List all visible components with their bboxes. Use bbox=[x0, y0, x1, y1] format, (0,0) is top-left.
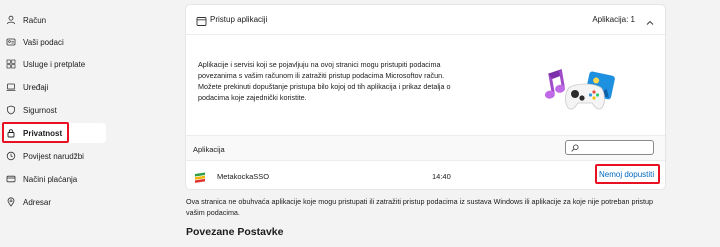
app-window-icon bbox=[196, 14, 207, 26]
sidebar-item-racun[interactable]: Račun bbox=[2, 10, 106, 30]
app-access-time: 14:40 bbox=[432, 172, 451, 181]
app-row: MetakockaSSO 14:40 Nemoj dopustiti bbox=[186, 161, 665, 189]
card-description: Aplikacije i servisi koji se pojavljuju … bbox=[198, 60, 451, 102]
info-note: Ova stranica ne obuhvaća aplikacije koje… bbox=[186, 197, 654, 217]
sidebar-item-usluge[interactable]: Usluge i pretplate bbox=[2, 54, 106, 74]
app-access-card: Pristup aplikaciji Aplikacija: 1 Aplikac… bbox=[185, 4, 666, 190]
shield-icon bbox=[6, 105, 16, 115]
sidebar-item-label: Sigurnost bbox=[23, 105, 57, 115]
location-icon bbox=[6, 197, 16, 207]
highlight-box-revoke bbox=[595, 164, 660, 184]
apps-column-label: Aplikacija bbox=[193, 145, 225, 154]
sidebar-item-nacini-placanja[interactable]: Načini plaćanja bbox=[2, 169, 106, 189]
sidebar-item-label: Usluge i pretplate bbox=[23, 59, 86, 69]
app-search-input[interactable] bbox=[565, 140, 654, 155]
app-access-header[interactable]: Pristup aplikaciji Aplikacija: 1 bbox=[186, 5, 665, 35]
sidebar-item-label: Račun bbox=[23, 15, 47, 25]
card-title: Pristup aplikaciji bbox=[210, 15, 268, 24]
sidebar-item-label: Uređaji bbox=[23, 82, 49, 92]
grid-icon bbox=[6, 59, 16, 69]
apps-header-bar: Aplikacija bbox=[186, 135, 665, 161]
sidebar-item-label: Vaši podaci bbox=[23, 37, 64, 47]
sidebar-item-adresar[interactable]: Adresar bbox=[2, 192, 106, 212]
related-settings-title: Povezane Postavke bbox=[186, 226, 284, 238]
app-count: Aplikacija: 1 bbox=[592, 15, 635, 24]
sidebar-item-label: Načini plaćanja bbox=[23, 174, 78, 184]
sidebar-item-vasi-podaci[interactable]: Vaši podaci bbox=[2, 32, 106, 52]
metakocka-logo-icon bbox=[194, 170, 206, 183]
person-icon bbox=[6, 15, 16, 25]
laptop-icon bbox=[6, 82, 16, 92]
app-name: MetakockaSSO bbox=[217, 172, 270, 181]
chevron-up-icon[interactable] bbox=[645, 15, 655, 25]
history-icon bbox=[6, 151, 16, 161]
apps-illustration bbox=[538, 65, 622, 115]
highlight-box-privatnost bbox=[2, 122, 69, 143]
sidebar: Račun Vaši podaci Usluge i pretplate Ure… bbox=[0, 0, 170, 247]
sidebar-item-uredaji[interactable]: Uređaji bbox=[2, 77, 106, 97]
sidebar-item-povijest-narudzbi[interactable]: Povijest narudžbi bbox=[2, 146, 106, 166]
sidebar-item-label: Adresar bbox=[23, 197, 52, 207]
sidebar-item-sigurnost[interactable]: Sigurnost bbox=[2, 100, 106, 120]
card-icon bbox=[6, 174, 16, 184]
id-card-icon bbox=[6, 37, 16, 47]
sidebar-item-label: Povijest narudžbi bbox=[23, 151, 84, 161]
